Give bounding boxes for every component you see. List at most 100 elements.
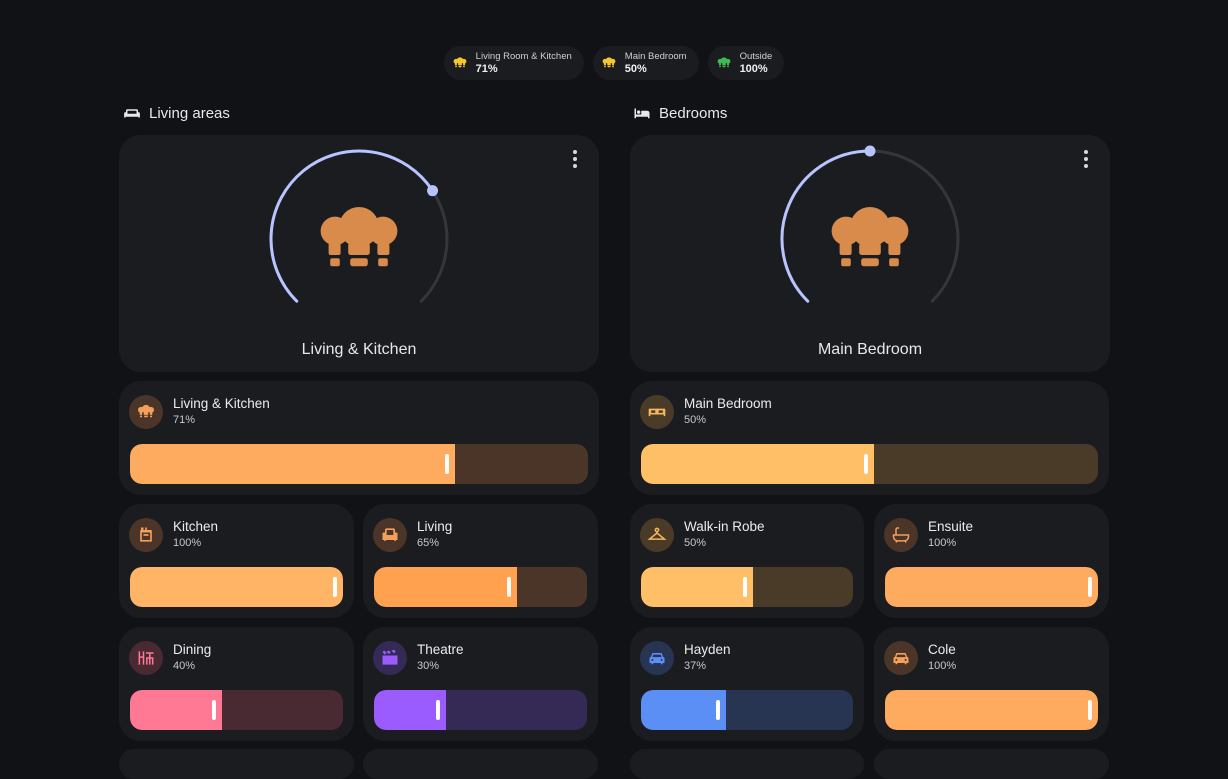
slider-handle[interactable] xyxy=(1088,577,1092,597)
hero-card-main-bedroom[interactable]: Main Bedroom xyxy=(630,135,1110,372)
slider-fill xyxy=(641,444,875,484)
sofa-icon xyxy=(124,109,140,118)
tile-value: 65% xyxy=(417,537,440,549)
slider-handle[interactable] xyxy=(864,454,869,474)
bathtub-icon xyxy=(884,518,918,552)
armchair-icon xyxy=(373,518,407,552)
chip-label: Outside xyxy=(739,51,773,62)
slider-handle[interactable] xyxy=(445,454,450,474)
dial-knob[interactable] xyxy=(864,145,876,157)
lightbulb-group-icon xyxy=(129,395,163,429)
chip-label: Main Bedroom xyxy=(624,51,687,62)
tile-value: 71% xyxy=(173,414,196,426)
tile-name: Dining xyxy=(173,642,212,657)
slider-fill xyxy=(641,567,754,607)
chip-value: 71% xyxy=(475,63,498,75)
slider-fill xyxy=(130,444,456,484)
brightness-slider[interactable] xyxy=(885,567,1098,607)
hero-card-living-kitchen[interactable]: Living & Kitchen xyxy=(119,135,599,372)
slider-handle[interactable] xyxy=(436,700,441,720)
brightness-slider[interactable] xyxy=(885,690,1098,730)
brightness-slider[interactable] xyxy=(641,567,853,607)
tile-name: Hayden xyxy=(684,642,731,657)
tile-value: 40% xyxy=(173,660,196,672)
section-bedrooms: Bedrooms xyxy=(633,104,727,122)
light-tile[interactable] xyxy=(119,749,354,779)
hero-name: Main Bedroom xyxy=(817,341,923,358)
brightness-slider[interactable] xyxy=(641,444,1098,484)
tile-value: 100% xyxy=(928,660,957,672)
slider-fill xyxy=(641,690,726,730)
light-tile[interactable] xyxy=(363,749,598,779)
slider-handle[interactable] xyxy=(715,700,720,720)
light-tile[interactable]: Main Bedroom 50% xyxy=(630,381,1109,495)
slider-fill xyxy=(130,690,222,730)
slider-fill xyxy=(130,567,343,607)
light-tile[interactable]: Cole 100% xyxy=(874,627,1109,741)
dining-table-icon xyxy=(129,641,163,675)
brightness-slider[interactable] xyxy=(130,690,343,730)
lightbulb-group-icon xyxy=(831,207,909,267)
light-tile[interactable]: Living 65% xyxy=(363,504,598,618)
chip-living-room-kitchen[interactable]: Living Room & Kitchen 71% xyxy=(443,46,584,80)
light-tile[interactable]: Living & Kitchen 71% xyxy=(119,381,599,495)
chip-value: 50% xyxy=(624,63,647,75)
light-tile[interactable]: Ensuite 100% xyxy=(874,504,1109,618)
light-tile[interactable] xyxy=(630,749,864,779)
tile-value: 50% xyxy=(684,414,707,426)
brightness-dial[interactable] xyxy=(259,145,459,315)
lightbulb-group-icon xyxy=(452,55,468,71)
light-tile[interactable] xyxy=(874,749,1109,779)
tile-name: Theatre xyxy=(417,642,464,657)
tile-name: Kitchen xyxy=(173,519,219,534)
more-menu-icon[interactable] xyxy=(569,150,581,168)
slider-fill xyxy=(374,567,517,607)
slider-handle[interactable] xyxy=(1088,700,1092,720)
slider-handle[interactable] xyxy=(743,577,748,597)
slider-handle[interactable] xyxy=(333,577,337,597)
tile-name: Ensuite xyxy=(928,519,974,534)
clapperboard-icon xyxy=(373,641,407,675)
tile-value: 50% xyxy=(684,537,707,549)
section-title: Bedrooms xyxy=(659,104,728,122)
chip-main-bedroom[interactable]: Main Bedroom 50% xyxy=(592,46,699,80)
bed-icon xyxy=(640,395,674,429)
tile-value: 100% xyxy=(928,537,957,549)
chip-outside[interactable]: Outside 100% xyxy=(707,46,785,80)
section-title: Living areas xyxy=(149,104,230,122)
bed-icon xyxy=(634,108,650,119)
brightness-slider[interactable] xyxy=(130,444,588,484)
tile-name: Cole xyxy=(928,642,956,657)
slider-fill xyxy=(885,690,1098,730)
slider-handle[interactable] xyxy=(506,577,511,597)
car-icon xyxy=(640,641,674,675)
lightbulb-group-icon xyxy=(320,207,398,267)
chip-label: Living Room & Kitchen xyxy=(475,51,572,62)
brightness-slider[interactable] xyxy=(641,690,853,730)
car-icon xyxy=(884,641,918,675)
light-tile[interactable]: Hayden 37% xyxy=(630,627,864,741)
chip-value: 100% xyxy=(739,63,768,75)
more-menu-icon[interactable] xyxy=(1080,150,1092,168)
hero-name: Living & Kitchen xyxy=(301,341,417,358)
slider-handle[interactable] xyxy=(211,700,216,720)
brightness-slider[interactable] xyxy=(374,567,587,607)
hanger-icon xyxy=(640,518,674,552)
tile-value: 37% xyxy=(684,660,707,672)
light-tile[interactable]: Kitchen 100% xyxy=(119,504,354,618)
slider-fill xyxy=(885,567,1098,607)
room-chips: Living Room & Kitchen 71% Main Bedroom 50%… xyxy=(0,46,1228,80)
light-tile[interactable]: Theatre 30% xyxy=(363,627,598,741)
dial-knob[interactable] xyxy=(427,185,439,197)
lightbulb-group-icon xyxy=(716,55,732,71)
brightness-slider[interactable] xyxy=(130,567,343,607)
light-tile[interactable]: Dining 40% xyxy=(119,627,354,741)
light-tile[interactable]: Walk-in Robe 50% xyxy=(630,504,864,618)
tile-name: Living xyxy=(417,519,453,534)
brightness-dial[interactable] xyxy=(770,145,970,315)
tile-value: 30% xyxy=(417,660,440,672)
brightness-slider[interactable] xyxy=(374,690,587,730)
tile-name: Walk-in Robe xyxy=(684,519,765,534)
tile-name: Living & Kitchen xyxy=(173,396,270,411)
lightbulb-group-icon xyxy=(601,55,617,71)
